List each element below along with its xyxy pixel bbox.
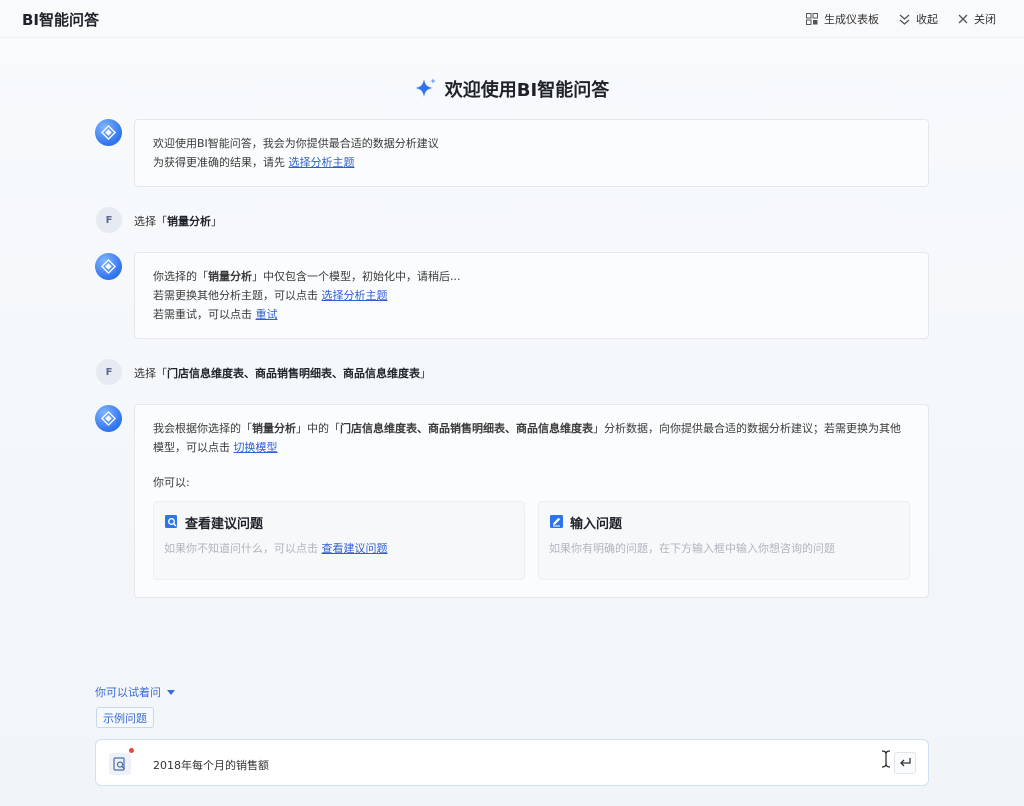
switch-model-link[interactable]: 切换模型 [234,441,278,454]
select-topic-link[interactable]: 选择分析主题 [322,289,388,302]
close-label: 关闭 [974,13,996,26]
retry-link[interactable]: 重试 [256,308,278,321]
select-topic-link[interactable]: 选择分析主题 [289,156,355,169]
message-text: 你选择的「 [153,270,208,283]
sparkle-icon [414,77,437,102]
try-asking-dropdown[interactable]: 你可以试着问 [95,684,175,700]
app-title: BI智能问答 [22,11,100,29]
bot-message-card: 欢迎使用BI智能问答，我会为你提供最合适的数据分析建议 为获得更准确的结果，请先… [134,119,929,187]
selected-topic: 销量分析 [252,422,296,435]
message-text: 我会根据你选择的「 [153,422,252,435]
option-title-text: 输入问题 [570,517,623,532]
welcome-header: 欢迎使用BI智能问答 [0,76,1024,102]
search-document-icon [164,514,179,535]
question-input[interactable]: 2018年每个月的销售额 [153,757,269,773]
bot-logo-icon [101,125,116,140]
notification-dot [129,748,134,753]
text-cursor-icon [881,750,891,771]
message-text: 若需重试，可以点击 [153,308,256,321]
try-asking-label: 你可以试着问 [95,686,161,699]
data-source-button[interactable] [109,753,131,775]
view-suggested-questions-card[interactable]: 查看建议问题 如果你不知道问什么，可以点击 查看建议问题 [153,501,525,580]
selected-tables: 门店信息维度表、商品销售明细表、商品信息维度表 [340,422,593,435]
bot-logo-icon [101,411,116,426]
message-text: 如果你不知道问什么，可以点击 [164,542,322,555]
send-button[interactable] [894,752,916,774]
dashboard-icon [806,13,818,25]
you-can-label: 你可以: [153,476,190,489]
example-questions-button[interactable]: 示例问题 [96,707,154,728]
message-text: 选择「 [134,367,167,380]
message-text: 欢迎使用BI智能问答，我会为你提供最合适的数据分析建议 [153,137,439,150]
collapse-label: 收起 [916,13,938,26]
caret-down-icon [167,689,175,695]
message-text: 若需更换其他分析主题，可以点击 [153,289,322,302]
bot-avatar [95,405,122,432]
search-document-icon [113,757,125,771]
double-chevron-down-icon [899,14,910,25]
option-description: 如果你不知道问什么，可以点击 查看建议问题 [164,539,514,558]
selected-topic: 销量分析 [167,215,211,228]
user-avatar: F [96,207,122,233]
bot-message-card: 你选择的「销量分析」中仅包含一个模型，初始化中，请稍后... 若需更换其他分析主… [134,252,929,339]
message-text: 若需重试，可以点击 重试 [153,305,910,324]
message-text: 我会根据你选择的「销量分析」中的「门店信息维度表、商品销售明细表、商品信息维度表… [153,419,910,457]
option-title: 查看建议问题 [164,514,514,535]
selected-tables: 门店信息维度表、商品销售明细表、商品信息维度表 [167,367,420,380]
message-text: 为获得更准确的结果，请先 [153,156,289,169]
message-text: 若需更换其他分析主题，可以点击 选择分析主题 [153,286,910,305]
message-text: 选择「 [134,215,167,228]
generate-dashboard-label: 生成仪表板 [824,13,879,26]
message-text: 为获得更准确的结果，请先 选择分析主题 [153,153,910,172]
collapse-button[interactable]: 收起 [899,11,938,27]
user-message: 选择「销量分析」 [134,213,222,229]
bot-message-card: 我会根据你选择的「销量分析」中的「门店信息维度表、商品销售明细表、商品信息维度表… [134,404,929,598]
user-avatar: F [96,359,122,385]
option-title-text: 查看建议问题 [185,517,264,532]
message-text: 」 [420,367,431,380]
bot-avatar [95,119,122,146]
view-suggested-questions-link[interactable]: 查看建议问题 [322,542,388,555]
option-title: 输入问题 [549,514,899,535]
question-input-box[interactable]: 2018年每个月的销售额 [95,739,929,786]
message-text: 你选择的「销量分析」中仅包含一个模型，初始化中，请稍后... [153,267,910,286]
bot-logo-icon [101,259,116,274]
option-description: 如果你有明确的问题，在下方输入框中输入你想咨询的问题 [549,542,835,555]
selected-topic: 销量分析 [208,270,252,283]
generate-dashboard-button[interactable]: 生成仪表板 [806,11,879,27]
edit-icon [549,514,564,535]
top-bar: BI智能问答 生成仪表板 收起 关闭 [0,0,1024,38]
close-icon [958,14,968,24]
message-text: 」中仅包含一个模型，初始化中，请稍后... [252,270,461,283]
message-text: 」 [211,215,222,228]
input-question-card[interactable]: 输入问题 如果你有明确的问题，在下方输入框中输入你想咨询的问题 [538,501,910,580]
toolbar: 生成仪表板 收起 关闭 [806,0,996,38]
welcome-title: 欢迎使用BI智能问答 [444,80,610,101]
close-button[interactable]: 关闭 [958,11,996,27]
message-text: 」中的「 [296,422,340,435]
bot-avatar [95,253,122,280]
enter-icon [900,758,911,767]
user-message: 选择「门店信息维度表、商品销售明细表、商品信息维度表」 [134,365,431,381]
